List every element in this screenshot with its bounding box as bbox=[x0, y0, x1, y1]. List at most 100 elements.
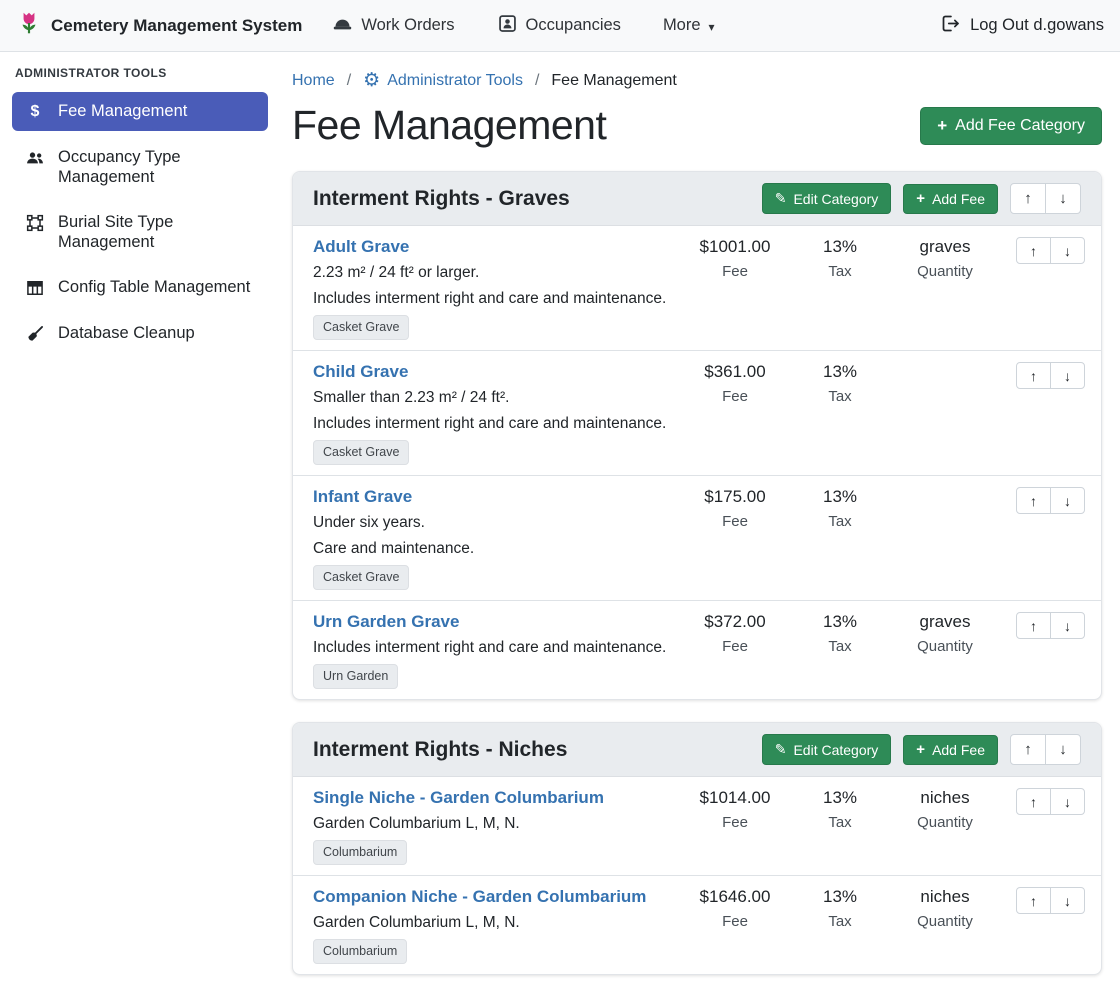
fee-details: Child Grave Smaller than 2.23 m² / 24 ft… bbox=[313, 362, 677, 465]
move-category-up-button[interactable]: ↑ bbox=[1010, 183, 1046, 214]
arrow-down-icon: ↓ bbox=[1059, 741, 1067, 758]
fee-description-1: 2.23 m² / 24 ft² or larger. bbox=[313, 263, 667, 283]
fee-amount: $175.00 bbox=[677, 487, 793, 507]
tax-column: 13% Tax bbox=[793, 237, 887, 280]
move-fee-down-button[interactable]: ↓ bbox=[1050, 612, 1085, 639]
move-category-up-button[interactable]: ↑ bbox=[1010, 734, 1046, 765]
edit-category-label: Edit Category bbox=[793, 742, 878, 758]
move-fee-down-button[interactable]: ↓ bbox=[1050, 788, 1085, 815]
fee-amount: $1001.00 bbox=[677, 237, 793, 257]
fee-category-card: Interment Rights - Niches ✎ Edit Categor… bbox=[292, 722, 1102, 975]
fee-list: Single Niche - Garden Columbarium Garden… bbox=[293, 777, 1101, 974]
arrow-up-icon: ↑ bbox=[1024, 741, 1032, 758]
tax-label: Tax bbox=[793, 263, 887, 280]
title-row: Fee Management + Add Fee Category bbox=[292, 102, 1102, 149]
tulip-logo-icon bbox=[16, 10, 42, 41]
move-fee-down-button[interactable]: ↓ bbox=[1050, 887, 1085, 914]
fee-amount-label: Fee bbox=[677, 814, 793, 831]
sidebar-heading: ADMINISTRATOR TOOLS bbox=[12, 66, 268, 92]
move-fee-down-button[interactable]: ↓ bbox=[1050, 237, 1085, 264]
fee-name-link[interactable]: Adult Grave bbox=[313, 237, 667, 257]
page-title: Fee Management bbox=[292, 102, 606, 149]
fee-type-badge: Columbarium bbox=[313, 840, 407, 865]
fee-description-2: Includes interment right and care and ma… bbox=[313, 289, 667, 309]
category-reorder-controls: ↑ ↓ bbox=[1010, 734, 1081, 765]
nav-work-orders-label: Work Orders bbox=[361, 16, 454, 35]
quantity-unit: niches bbox=[887, 788, 1003, 808]
add-fee-button[interactable]: + Add Fee bbox=[903, 735, 998, 765]
sidebar-item-label: Database Cleanup bbox=[58, 323, 195, 343]
nav-more[interactable]: More ▾ bbox=[663, 16, 715, 35]
edit-category-button[interactable]: ✎ Edit Category bbox=[762, 183, 892, 214]
move-fee-up-button[interactable]: ↑ bbox=[1016, 487, 1051, 514]
fee-type-badge: Casket Grave bbox=[313, 315, 409, 340]
quantity-label: Quantity bbox=[887, 913, 1003, 930]
users-icon bbox=[25, 148, 45, 168]
fee-row: Child Grave Smaller than 2.23 m² / 24 ft… bbox=[293, 350, 1101, 475]
breadcrumb-separator: / bbox=[535, 72, 539, 90]
move-fee-down-button[interactable]: ↓ bbox=[1050, 487, 1085, 514]
logout-button[interactable]: Log Out d.gowans bbox=[940, 13, 1104, 39]
fee-amount-column: $175.00 Fee bbox=[677, 487, 793, 530]
fee-amount-column: $1001.00 Fee bbox=[677, 237, 793, 280]
move-fee-up-button[interactable]: ↑ bbox=[1016, 887, 1051, 914]
app-title: Cemetery Management System bbox=[51, 16, 302, 36]
move-fee-up-button[interactable]: ↑ bbox=[1016, 612, 1051, 639]
tax-column: 13% Tax bbox=[793, 362, 887, 405]
nav-work-orders[interactable]: Work Orders bbox=[332, 13, 454, 39]
plus-icon: + bbox=[916, 192, 925, 206]
breadcrumb-admin-tools-link[interactable]: ⚙ Administrator Tools bbox=[363, 72, 523, 90]
edit-category-button[interactable]: ✎ Edit Category bbox=[762, 734, 892, 765]
category-header: Interment Rights - Niches ✎ Edit Categor… bbox=[293, 723, 1101, 777]
fee-name-link[interactable]: Companion Niche - Garden Columbarium bbox=[313, 887, 667, 907]
tax-label: Tax bbox=[793, 388, 887, 405]
sidebar-item-database-cleanup[interactable]: Database Cleanup bbox=[12, 314, 268, 353]
category-reorder-controls: ↑ ↓ bbox=[1010, 183, 1081, 214]
category-actions: ✎ Edit Category + Add Fee ↑ ↓ bbox=[762, 734, 1081, 765]
sidebar-item-label: Fee Management bbox=[58, 101, 187, 121]
add-fee-button[interactable]: + Add Fee bbox=[903, 184, 998, 214]
fee-row: Infant Grave Under six years. Care and m… bbox=[293, 475, 1101, 600]
fee-amount-column: $1646.00 Fee bbox=[677, 887, 793, 930]
fee-name-link[interactable]: Infant Grave bbox=[313, 487, 667, 507]
fee-name-link[interactable]: Child Grave bbox=[313, 362, 667, 382]
sidebar-item-config-table-management[interactable]: Config Table Management bbox=[12, 268, 268, 307]
move-fee-up-button[interactable]: ↑ bbox=[1016, 788, 1051, 815]
fee-amount-label: Fee bbox=[677, 638, 793, 655]
tax-value: 13% bbox=[793, 237, 887, 257]
breadcrumb: Home / ⚙ Administrator Tools / Fee Manag… bbox=[292, 72, 1102, 90]
breadcrumb-home-link[interactable]: Home bbox=[292, 72, 335, 90]
fee-amount-column: $1014.00 Fee bbox=[677, 788, 793, 831]
arrow-up-icon: ↑ bbox=[1030, 243, 1037, 259]
fee-type-badge: Urn Garden bbox=[313, 664, 398, 689]
nav-occupancies-label: Occupancies bbox=[526, 16, 621, 35]
fee-name-link[interactable]: Urn Garden Grave bbox=[313, 612, 667, 632]
category-title: Interment Rights - Graves bbox=[313, 187, 762, 211]
move-fee-down-button[interactable]: ↓ bbox=[1050, 362, 1085, 389]
top-navbar: Cemetery Management System Work Orders O… bbox=[0, 0, 1120, 52]
fee-type-badge: Casket Grave bbox=[313, 565, 409, 590]
arrow-up-icon: ↑ bbox=[1030, 794, 1037, 810]
add-fee-category-button[interactable]: + Add Fee Category bbox=[920, 107, 1102, 145]
sidebar-item-occupancy-type-management[interactable]: Occupancy Type Management bbox=[12, 138, 268, 196]
logout-label: Log Out d.gowans bbox=[970, 16, 1104, 35]
fee-row: Single Niche - Garden Columbarium Garden… bbox=[293, 777, 1101, 875]
category-title: Interment Rights - Niches bbox=[313, 738, 762, 762]
tax-column: 13% Tax bbox=[793, 788, 887, 831]
app-brand[interactable]: Cemetery Management System bbox=[16, 10, 302, 41]
arrow-down-icon: ↓ bbox=[1064, 368, 1071, 384]
tax-column: 13% Tax bbox=[793, 887, 887, 930]
move-fee-up-button[interactable]: ↑ bbox=[1016, 237, 1051, 264]
sidebar-item-fee-management[interactable]: $ Fee Management bbox=[12, 92, 268, 131]
move-fee-up-button[interactable]: ↑ bbox=[1016, 362, 1051, 389]
quantity-column: graves Quantity bbox=[887, 237, 1003, 280]
dollar-icon: $ bbox=[25, 102, 45, 122]
fee-name-link[interactable]: Single Niche - Garden Columbarium bbox=[313, 788, 667, 808]
nav-occupancies[interactable]: Occupancies bbox=[497, 13, 621, 39]
sidebar-item-burial-site-type-management[interactable]: Burial Site Type Management bbox=[12, 203, 268, 261]
fee-row: Companion Niche - Garden Columbarium Gar… bbox=[293, 875, 1101, 974]
fee-details: Infant Grave Under six years. Care and m… bbox=[313, 487, 677, 590]
arrow-down-icon: ↓ bbox=[1064, 893, 1071, 909]
move-category-down-button[interactable]: ↓ bbox=[1045, 183, 1081, 214]
move-category-down-button[interactable]: ↓ bbox=[1045, 734, 1081, 765]
